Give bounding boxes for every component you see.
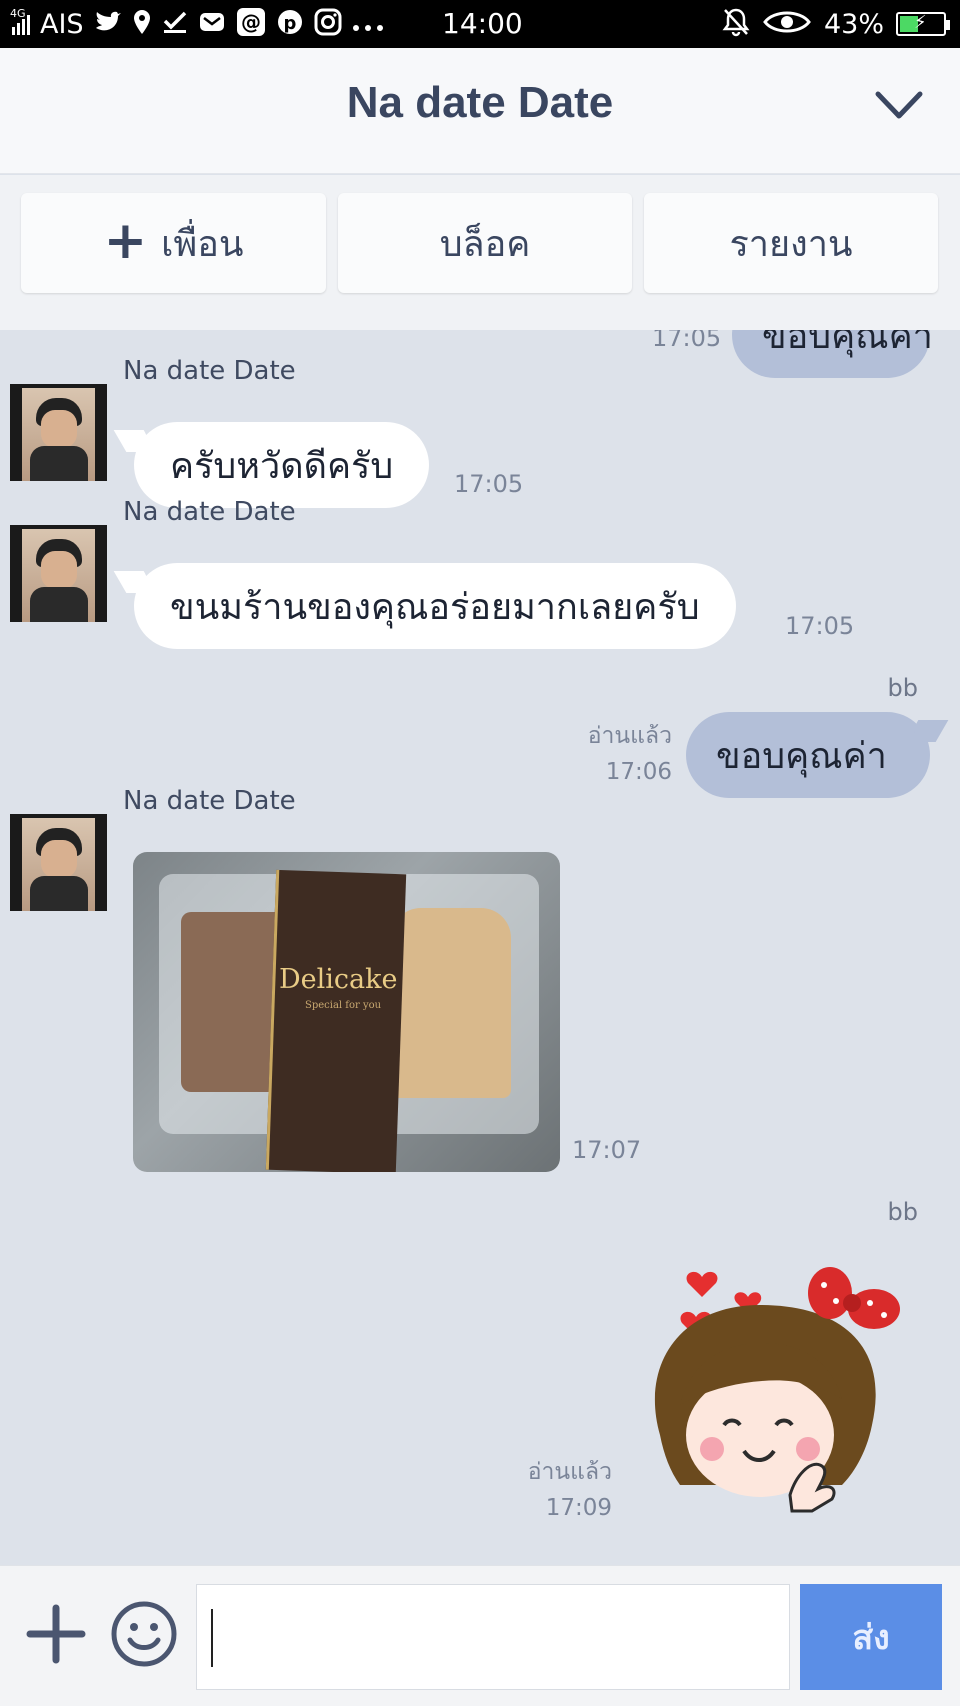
- message-text: ขอบคุณค่า: [762, 330, 933, 357]
- signal-icon: 4G: [10, 7, 30, 35]
- location-icon: [132, 9, 152, 39]
- report-label: รายงาน: [729, 223, 853, 265]
- status-right: 43% ⚡: [722, 0, 950, 48]
- at-icon: @: [236, 7, 266, 41]
- message-time: 17:05: [652, 330, 722, 352]
- chevron-down-icon[interactable]: [874, 86, 924, 126]
- chat-header: Na date Date: [0, 48, 960, 174]
- photo-brand-text: Delicake: [279, 964, 398, 995]
- message-time: 17:05: [785, 612, 855, 640]
- sender-name: Na date Date: [123, 786, 296, 816]
- twitter-icon: [94, 10, 122, 38]
- message-text: ขอบคุณค่า: [716, 735, 887, 777]
- sender-name: Na date Date: [123, 356, 296, 386]
- message-text: ครับหวัดดีครับ: [170, 445, 394, 487]
- task-icon: [162, 9, 188, 39]
- message-time: 17:05: [454, 470, 524, 498]
- action-bar: + เพื่อน บล็อค รายงาน: [0, 175, 960, 330]
- report-button[interactable]: รายงาน: [644, 193, 938, 293]
- read-receipt: อ่านแล้ว 17:06: [560, 718, 672, 790]
- block-label: บล็อค: [439, 223, 531, 265]
- message-input[interactable]: [217, 1585, 777, 1689]
- svg-text:@: @: [241, 10, 261, 34]
- avatar[interactable]: [10, 525, 107, 622]
- message-bubble-partial[interactable]: ขอบคุณค่า: [732, 330, 933, 378]
- plus-icon[interactable]: [26, 1604, 86, 1664]
- battery-percent: 43%: [823, 8, 884, 40]
- message-bubble[interactable]: ครับหวัดดีครับ: [134, 422, 430, 508]
- carrier-label: AIS: [40, 8, 84, 40]
- sender-name: bb: [887, 674, 918, 702]
- status-time: 14:00: [442, 7, 523, 40]
- message-text: ขนมร้านของคุณอร่อยมากเลยครับ: [170, 586, 700, 628]
- read-label: อ่านแล้ว: [587, 723, 672, 749]
- network-type: 4G: [10, 7, 26, 20]
- more-icon: [352, 12, 384, 37]
- avatar[interactable]: [10, 814, 107, 911]
- add-friend-button[interactable]: + เพื่อน: [21, 193, 326, 293]
- photo-tagline: Special for you: [305, 1000, 382, 1011]
- pinterest-icon: p: [276, 8, 304, 40]
- block-button[interactable]: บล็อค: [338, 193, 632, 293]
- message-input-box[interactable]: [196, 1584, 790, 1690]
- sender-name: bb: [887, 1198, 918, 1226]
- avatar[interactable]: [10, 384, 107, 481]
- message-time: 17:07: [572, 1136, 642, 1164]
- mail-icon: [198, 10, 226, 38]
- bell-off-icon: [722, 7, 750, 41]
- message-bubble[interactable]: ขนมร้านของคุณอร่อยมากเลยครับ: [134, 563, 736, 649]
- page-title: Na date Date: [346, 78, 614, 127]
- read-receipt: อ่านแล้ว 17:09: [490, 1454, 612, 1526]
- eye-icon: [762, 8, 812, 40]
- input-bar: ส่ง: [0, 1565, 960, 1706]
- read-label: อ่านแล้ว: [527, 1459, 612, 1485]
- battery-icon: ⚡: [896, 12, 950, 36]
- send-button[interactable]: ส่ง: [800, 1584, 942, 1690]
- status-left: 4G AIS @ p: [10, 0, 384, 48]
- svg-text:p: p: [283, 13, 296, 34]
- add-friend-label: เพื่อน: [161, 223, 244, 265]
- girl-hearts-sticker[interactable]: [640, 1245, 920, 1525]
- message-time: 17:06: [605, 759, 672, 785]
- plus-icon: +: [103, 211, 148, 271]
- chat-area[interactable]: ขอบคุณค่า 17:05 Na date Date ครับหวัดดีค…: [0, 330, 960, 1565]
- message-bubble[interactable]: ขอบคุณค่า: [686, 712, 930, 798]
- status-bar: 4G AIS @ p 14:00 43% ⚡: [0, 0, 960, 48]
- sender-name: Na date Date: [123, 497, 296, 527]
- message-time: 17:09: [545, 1495, 612, 1521]
- photo-message[interactable]: Delicake Special for you: [133, 852, 560, 1172]
- text-caret: [211, 1609, 213, 1667]
- emoji-icon[interactable]: [110, 1600, 178, 1668]
- instagram-icon: [314, 8, 342, 40]
